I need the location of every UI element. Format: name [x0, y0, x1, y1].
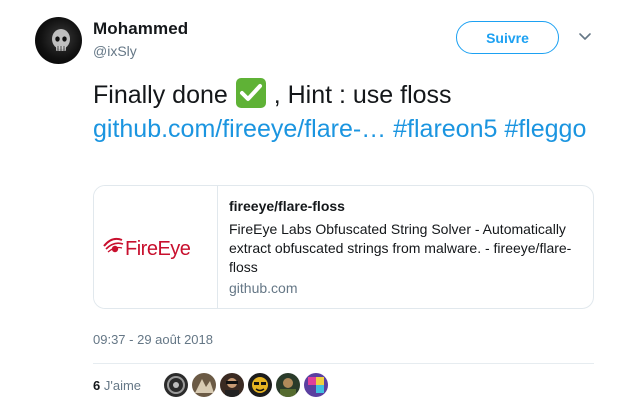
tweet-text-part-1: Finally done	[93, 81, 235, 109]
likes-number: 6	[93, 378, 101, 393]
card-thumbnail: FireEye	[94, 186, 218, 308]
card-title: fireeye/flare-floss	[229, 198, 345, 214]
liker-avatar[interactable]	[276, 373, 300, 397]
link-preview-card[interactable]: FireEye fireeye/flare-floss FireEye Labs…	[93, 185, 594, 309]
tweet-link[interactable]: github.com/fireeye/flare-…	[93, 115, 386, 143]
fireeye-logo-text: FireEye	[125, 238, 191, 260]
user-display-name[interactable]: Mohammed	[93, 19, 188, 39]
fireeye-logo: FireEye	[103, 237, 191, 260]
skull-avatar-icon	[52, 29, 70, 51]
liker-avatar[interactable]	[248, 373, 272, 397]
divider	[93, 363, 594, 364]
card-description: FireEye Labs Obfuscated String Solver - …	[229, 221, 572, 275]
liker-avatar[interactable]	[164, 373, 188, 397]
liker-avatar[interactable]	[192, 373, 216, 397]
liker-avatar[interactable]	[304, 373, 328, 397]
liker-avatar[interactable]	[220, 373, 244, 397]
likes-count[interactable]: 6 J'aime	[93, 378, 141, 393]
hashtag-fleggo[interactable]: #fleggo	[504, 115, 586, 143]
user-handle[interactable]: @ixSly	[93, 43, 137, 59]
likes-label: J'aime	[103, 378, 142, 393]
check-mark-button-emoji-icon	[235, 78, 266, 108]
avatar[interactable]	[35, 17, 82, 64]
tweet-text-part-2: , Hint : use floss	[266, 81, 452, 109]
hashtag-flareon5[interactable]: #flareon5	[393, 115, 497, 143]
tweet-text: Finally done , Hint : use floss github.c…	[93, 78, 593, 146]
follow-button[interactable]: Suivre	[456, 21, 559, 54]
tweet-timestamp[interactable]: 09:37 - 29 août 2018	[93, 332, 213, 347]
card-domain: github.com	[229, 280, 298, 296]
chevron-down-icon[interactable]	[578, 32, 592, 42]
